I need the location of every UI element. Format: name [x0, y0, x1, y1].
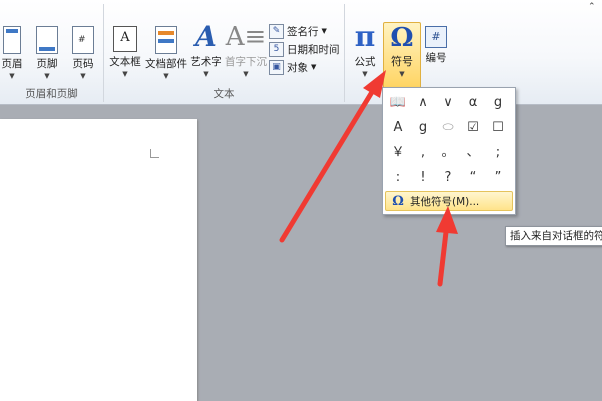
textbox-button[interactable]: A 文本框 ▼: [108, 26, 142, 79]
equation-button[interactable]: π 公式 ▼: [349, 22, 381, 79]
page-number-button[interactable]: # 页码 ▼: [68, 26, 98, 81]
symbol-cell[interactable]: ☐: [486, 116, 510, 140]
page-number-label: 页码: [72, 58, 94, 70]
margin-corner-mark: [150, 149, 159, 158]
header-label: 页眉: [1, 58, 23, 70]
symbol-cell[interactable]: g: [486, 91, 510, 115]
symbol-cell[interactable]: ;: [486, 141, 510, 165]
collapse-ribbon-icon[interactable]: ⌃: [588, 2, 596, 12]
symbol-cell[interactable]: ⬭: [436, 116, 460, 140]
wordart-icon: A: [195, 20, 217, 53]
symbol-dropdown: 📖 ∧ ∨ α g A g ⬭ ☑ ☐ ￥ , 。 、 ; : ! ? “ ” …: [382, 87, 516, 215]
chevron-down-icon: ▼: [44, 72, 50, 80]
chevron-down-icon: ▼: [163, 72, 169, 80]
header-icon: [3, 26, 21, 54]
symbol-cell[interactable]: ∨: [436, 91, 460, 115]
group-divider: [344, 4, 345, 102]
omega-icon: Ω: [390, 23, 414, 53]
number-button[interactable]: # 编号: [421, 26, 451, 65]
object-button[interactable]: ▣ 对象 ▼: [269, 58, 316, 76]
footer-icon: [36, 26, 58, 54]
symbol-cell[interactable]: ∧: [411, 91, 435, 115]
datetime-label: 日期和时间: [287, 43, 340, 56]
quick-parts-icon: [155, 26, 177, 54]
symbol-cell[interactable]: “: [461, 166, 485, 190]
object-icon: ▣: [269, 59, 284, 75]
symbol-cell[interactable]: 📖: [386, 91, 410, 115]
symbol-cell[interactable]: ￥: [386, 141, 410, 165]
symbol-label: 符号: [391, 55, 413, 68]
chevron-down-icon: ▼: [9, 72, 15, 80]
chevron-down-icon: ▼: [311, 63, 317, 71]
wordart-label: 艺术字: [190, 56, 222, 68]
more-symbols-label: 其他符号(M)...: [410, 195, 480, 208]
dropcap-button[interactable]: A≡ 首字下沉 ▼: [224, 22, 268, 79]
symbol-cell[interactable]: ,: [411, 141, 435, 165]
datetime-button[interactable]: 5 日期和时间: [269, 40, 340, 58]
textbox-label: 文本框: [109, 56, 141, 68]
group-label-header-footer: 页眉和页脚: [25, 88, 78, 100]
document-page[interactable]: [0, 119, 197, 401]
chevron-down-icon: ▼: [122, 70, 128, 78]
symbol-cell[interactable]: 。: [436, 141, 460, 165]
signature-line-button[interactable]: ✎ 签名行 ▼: [269, 22, 327, 40]
dropcap-label: 首字下沉: [225, 56, 267, 68]
calendar-icon: 5: [269, 41, 284, 57]
symbol-cell[interactable]: :: [386, 166, 410, 190]
symbol-cell[interactable]: ☑: [461, 116, 485, 140]
symbol-cell[interactable]: ?: [436, 166, 460, 190]
symbol-cell[interactable]: α: [461, 91, 485, 115]
quick-parts-label: 文档部件: [145, 58, 187, 70]
number-icon: #: [425, 26, 447, 48]
page-number-icon: #: [72, 26, 94, 54]
chevron-down-icon: ▼: [203, 70, 209, 78]
symbol-cell[interactable]: ”: [486, 166, 510, 190]
chevron-down-icon: ▼: [399, 70, 405, 78]
chevron-down-icon: ▼: [362, 70, 368, 78]
header-button[interactable]: 页眉 ▼: [0, 26, 24, 81]
symbol-cell[interactable]: g: [411, 116, 435, 140]
quick-parts-button[interactable]: 文档部件 ▼: [145, 26, 187, 81]
signature-icon: ✎: [269, 23, 284, 39]
pi-icon: π: [354, 20, 376, 53]
symbol-button[interactable]: Ω 符号 ▼: [383, 22, 421, 92]
chevron-down-icon: ▼: [243, 70, 249, 78]
tooltip: 插入来自对话框的符号: [505, 226, 602, 246]
symbol-cell[interactable]: 、: [461, 141, 485, 165]
symbol-cell[interactable]: !: [411, 166, 435, 190]
omega-icon: Ω: [392, 193, 404, 209]
wordart-button[interactable]: A 艺术字 ▼: [189, 22, 223, 79]
footer-label: 页脚: [36, 58, 58, 70]
signature-label: 签名行: [287, 25, 319, 38]
group-label-text: 文本: [213, 88, 235, 100]
red-arrow-to-more-symbols: [436, 206, 458, 287]
more-symbols-menu-item[interactable]: Ω 其他符号(M)...: [385, 191, 513, 211]
chevron-down-icon: ▼: [321, 27, 327, 35]
symbol-cell[interactable]: A: [386, 116, 410, 140]
chevron-down-icon: ▼: [80, 72, 86, 80]
dropcap-icon: A≡: [225, 22, 267, 52]
number-label: 编号: [425, 52, 447, 64]
textbox-icon: A: [113, 26, 137, 52]
equation-label: 公式: [354, 56, 376, 68]
object-label: 对象: [287, 61, 308, 74]
footer-button[interactable]: 页脚 ▼: [33, 26, 61, 81]
